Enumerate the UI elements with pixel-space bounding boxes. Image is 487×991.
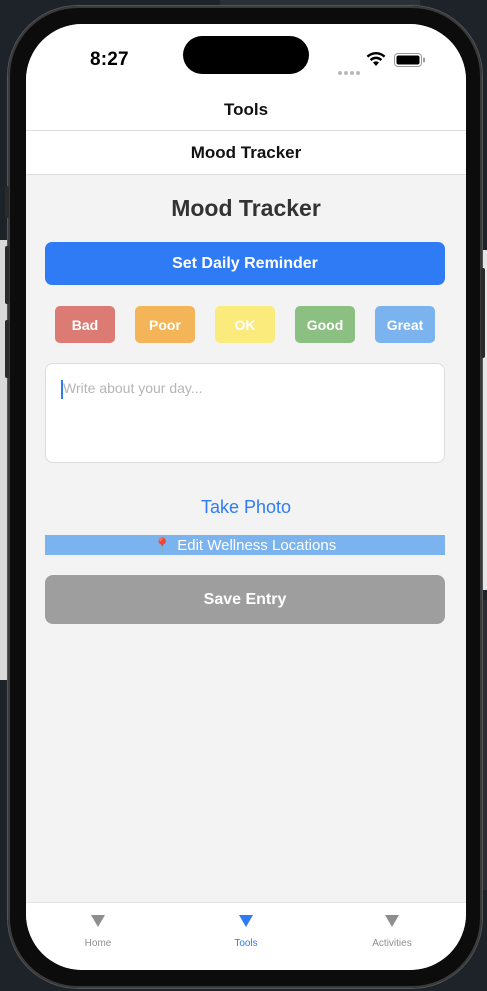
screen: 8:27 Tools Mood Tracker Mood Tracker Set… bbox=[26, 24, 466, 970]
tools-header-title: Tools bbox=[223, 100, 269, 119]
journal-placeholder: Write about your day... bbox=[63, 380, 203, 396]
dynamic-island bbox=[183, 36, 309, 74]
page-title: Mood Tracker bbox=[171, 195, 321, 221]
wifi-icon bbox=[366, 51, 386, 66]
battery-icon bbox=[394, 53, 425, 67]
home-tab-icon bbox=[91, 915, 105, 927]
tab-tools-label: Tools bbox=[234, 938, 258, 949]
volume-up-button bbox=[5, 246, 9, 304]
mood-selector: Bad Poor OK Good Great bbox=[55, 306, 437, 343]
tab-home-label: Home bbox=[84, 938, 112, 949]
mood-good-button[interactable]: Good bbox=[295, 306, 355, 343]
phone-frame: 8:27 Tools Mood Tracker Mood Tracker Set… bbox=[5, 6, 485, 988]
mood-ok-button[interactable]: OK bbox=[215, 306, 275, 343]
mood-header-title: Mood Tracker bbox=[190, 143, 302, 162]
tab-bar: Home Tools Activities bbox=[26, 902, 466, 970]
tools-tab-icon bbox=[239, 915, 253, 927]
cellular-signal-icon bbox=[338, 62, 362, 75]
mood-great-button[interactable]: Great bbox=[375, 306, 435, 343]
status-time: 8:27 bbox=[90, 49, 129, 70]
volume-down-button bbox=[5, 320, 9, 378]
tools-nav-header: Tools bbox=[26, 86, 466, 131]
take-photo-button[interactable]: Take Photo bbox=[26, 497, 466, 518]
power-button bbox=[481, 268, 485, 358]
pin-icon: 📍 bbox=[153, 536, 172, 553]
tab-activities[interactable]: Activities bbox=[337, 903, 447, 953]
action-button bbox=[5, 186, 9, 218]
status-bar: 8:27 bbox=[26, 24, 466, 86]
tab-tools[interactable]: Tools bbox=[191, 903, 301, 953]
mood-bad-button[interactable]: Bad bbox=[55, 306, 115, 343]
journal-textarea[interactable]: Write about your day... bbox=[45, 363, 445, 463]
set-daily-reminder-button[interactable]: Set Daily Reminder bbox=[45, 242, 445, 285]
tab-activities-label: Activities bbox=[372, 938, 412, 949]
edit-wellness-locations-label: Edit Wellness Locations bbox=[177, 536, 337, 554]
mood-nav-header: Mood Tracker bbox=[26, 131, 466, 175]
activities-tab-icon bbox=[385, 915, 399, 927]
mood-poor-button[interactable]: Poor bbox=[135, 306, 195, 343]
tab-home[interactable]: Home bbox=[43, 903, 153, 953]
save-entry-button[interactable]: Save Entry bbox=[45, 575, 445, 624]
edit-wellness-locations-button[interactable]: 📍 Edit Wellness Locations bbox=[45, 535, 445, 555]
